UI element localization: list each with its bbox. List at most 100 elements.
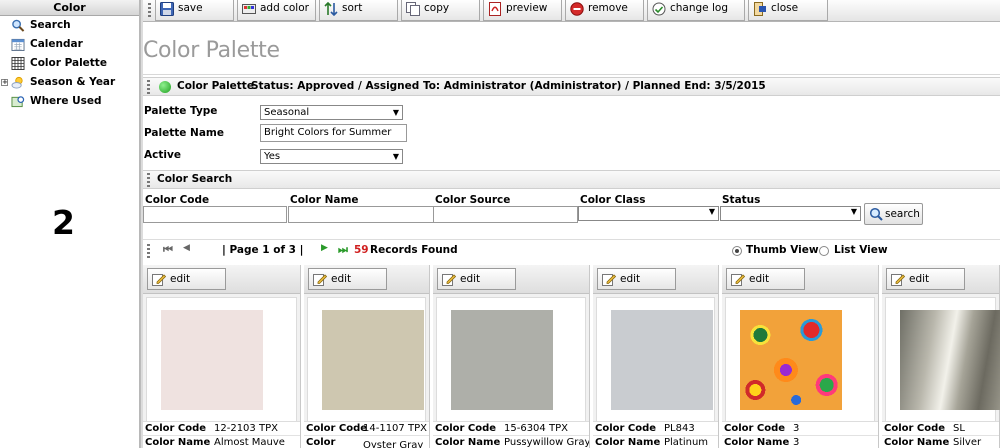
- sidebar-item-color-palette[interactable]: Color Palette: [0, 54, 139, 73]
- card-thumbnail-frame: [885, 297, 1000, 422]
- sidebar-item-label: Calendar: [30, 38, 83, 50]
- add-color-button[interactable]: add color: [237, 0, 316, 21]
- palette-type-label: Palette Type: [144, 105, 218, 117]
- where-used-icon: [11, 96, 25, 108]
- first-page-icon[interactable]: ⏮: [163, 243, 173, 257]
- magnifier-icon: [12, 19, 25, 32]
- expand-icon[interactable]: +: [1, 79, 8, 86]
- edit-button[interactable]: edit: [597, 268, 676, 290]
- copy-icon: [406, 2, 420, 16]
- palette-name-label: Palette Name: [144, 127, 224, 139]
- list-view-label: List View: [834, 244, 888, 256]
- change-log-button[interactable]: change log: [647, 0, 745, 21]
- color-name-value: Pussywillow Gray: [504, 437, 589, 448]
- color-swatch[interactable]: [451, 310, 553, 410]
- card-thumbnail-frame: [436, 297, 586, 422]
- thumb-view-radio[interactable]: [732, 246, 742, 256]
- palette-name-input[interactable]: Bright Colors for Summer: [260, 124, 407, 142]
- color-name-row: Color Name 3: [722, 436, 878, 448]
- color-name-value: 3: [793, 437, 800, 448]
- color-swatch[interactable]: [740, 310, 842, 410]
- pager: ⏮ ◀ | Page 1 of 3 | ▶ ⏭ 59 Records Found…: [143, 239, 1000, 260]
- sidebar-title: Color: [0, 0, 139, 16]
- save-button[interactable]: save: [155, 0, 234, 21]
- edit-pencil-icon: [442, 274, 456, 286]
- card-details: Color Code 12-2103 TPX Color Name Almost Ma…: [143, 421, 300, 448]
- color-code-value: 3: [793, 423, 800, 434]
- sidebar-item-calendar[interactable]: Calendar: [0, 35, 139, 54]
- sort-arrows-icon: [324, 2, 338, 16]
- card-thumbnail-frame: [725, 297, 875, 422]
- color-code-input[interactable]: [143, 206, 287, 223]
- list-view-radio[interactable]: [819, 246, 829, 256]
- page-title: Color Palette: [143, 38, 280, 63]
- prev-page-icon[interactable]: ◀: [183, 243, 190, 253]
- remove-button[interactable]: remove: [565, 0, 644, 21]
- color-name-label: Color Name: [290, 194, 359, 206]
- edit-button[interactable]: edit: [886, 268, 965, 290]
- card-details: Color Code 3 Color Name 3: [722, 421, 878, 448]
- color-code-value: SL: [953, 423, 965, 434]
- active-select[interactable]: Yes ▼: [260, 149, 403, 164]
- sidebar-item-season-year[interactable]: + Season & Year: [0, 73, 139, 92]
- color-class-select[interactable]: ▼: [578, 206, 719, 221]
- card-details: Color Code PL843 Color Name Platinum: [593, 421, 718, 448]
- status-text: Status: Approved / Assigned To: Administ…: [251, 80, 766, 92]
- edit-button[interactable]: edit: [147, 268, 226, 290]
- color-swatch[interactable]: [322, 310, 424, 410]
- floppy-icon: [160, 2, 174, 16]
- color-code-value: PL843: [664, 423, 695, 434]
- next-page-icon[interactable]: ▶: [321, 243, 328, 253]
- color-name-key: Color Name: [595, 437, 661, 448]
- preview-button[interactable]: preview: [483, 0, 562, 21]
- card-header: edit: [433, 265, 589, 294]
- color-source-label: Color Source: [435, 194, 511, 206]
- color-swatch[interactable]: [611, 310, 713, 410]
- sidebar-item-label: Where Used: [30, 95, 102, 107]
- color-name-input[interactable]: [288, 206, 434, 223]
- palette-type-select[interactable]: Seasonal ▼: [260, 105, 403, 120]
- color-name-key: Color Name: [435, 437, 501, 448]
- color-search-bar: Color Search: [143, 170, 1000, 189]
- last-page-icon[interactable]: ⏭: [338, 243, 348, 257]
- color-code-row: Color Code 14-1107 TPX: [304, 422, 429, 436]
- color-name-value: Almost Mauve: [214, 437, 285, 448]
- status-dot-icon: [159, 81, 171, 93]
- color-swatch[interactable]: [900, 310, 1000, 410]
- color-card: edit Color Code 14-1107 TPX Color Oyster Gra…: [304, 265, 430, 448]
- color-code-row: Color Code 3: [722, 422, 878, 436]
- color-name-key: Color Name: [145, 437, 211, 448]
- edit-pencil-icon: [152, 274, 166, 286]
- card-header: edit: [304, 265, 429, 294]
- palette-add-icon: [242, 4, 256, 14]
- search-button[interactable]: search: [864, 203, 923, 225]
- thumb-view-label: Thumb View: [746, 244, 819, 256]
- records-found-label: Records Found: [370, 244, 458, 256]
- sort-button[interactable]: sort: [319, 0, 398, 21]
- edit-pencil-icon: [602, 274, 616, 286]
- card-thumbnail-frame: [146, 297, 297, 422]
- edit-button[interactable]: edit: [437, 268, 516, 290]
- color-code-value: 12-2103 TPX: [214, 423, 278, 434]
- sidebar-item-where-used[interactable]: Where Used: [0, 92, 139, 111]
- color-swatch[interactable]: [161, 310, 263, 410]
- color-card: edit Color Code SL Color Name Silver: [882, 265, 1000, 448]
- card-header: edit: [143, 265, 300, 294]
- status-select[interactable]: ▼: [720, 206, 861, 221]
- card-header: edit: [882, 265, 999, 294]
- color-code-key: Color Code: [884, 423, 946, 434]
- section-grip: [147, 244, 150, 258]
- edit-button[interactable]: edit: [726, 268, 805, 290]
- color-source-input[interactable]: [433, 206, 578, 223]
- weather-icon: [11, 76, 23, 89]
- color-name-value: Platinum: [664, 437, 709, 448]
- close-button[interactable]: close: [748, 0, 828, 21]
- color-name-row: Color Name Pussywillow Gray: [433, 436, 589, 448]
- dropdown-arrow-icon: ▼: [850, 207, 857, 216]
- color-code-key: Color Code: [306, 423, 368, 434]
- color-card: edit Color Code 15-6304 TPX Color Name Pussy…: [433, 265, 590, 448]
- edit-button[interactable]: edit: [308, 268, 387, 290]
- sidebar-item-search[interactable]: Search: [0, 16, 139, 35]
- copy-button[interactable]: copy: [401, 0, 480, 21]
- card-details: Color Code SL Color Name Silver: [882, 421, 999, 448]
